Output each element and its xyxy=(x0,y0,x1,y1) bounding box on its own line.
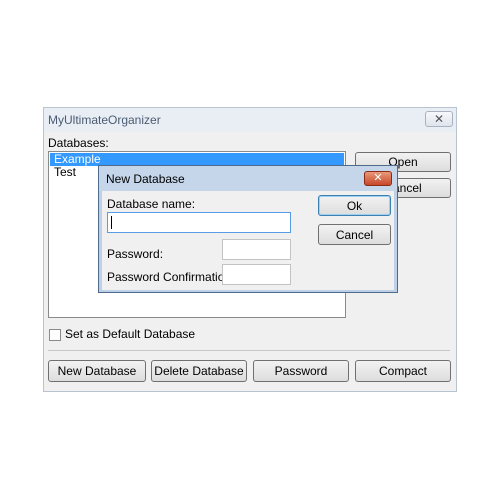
password-label: Password: xyxy=(107,247,164,261)
database-name-input[interactable] xyxy=(107,212,291,233)
compact-button[interactable]: Compact xyxy=(355,360,451,382)
default-database-checkbox[interactable] xyxy=(49,329,61,341)
databases-label: Databases: xyxy=(48,136,109,150)
dialog-body: Database name: Password: Password Confir… xyxy=(102,191,394,290)
close-icon: ✕ xyxy=(373,172,383,184)
main-close-button[interactable]: ✕ xyxy=(425,111,453,127)
password-confirmation-label: Password Confirmation: xyxy=(107,270,235,284)
close-icon: ✕ xyxy=(433,112,445,126)
ok-button[interactable]: Ok xyxy=(318,195,391,216)
default-database-label: Set as Default Database xyxy=(65,327,196,341)
new-database-button[interactable]: New Database xyxy=(48,360,146,382)
dialog-cancel-button[interactable]: Cancel xyxy=(318,224,391,245)
window-title: MyUltimateOrganizer xyxy=(48,113,161,127)
main-titlebar: MyUltimateOrganizer ✕ xyxy=(44,108,456,132)
password-confirmation-input[interactable] xyxy=(222,264,291,285)
database-name-label: Database name: xyxy=(107,197,196,211)
delete-database-button[interactable]: Delete Database xyxy=(151,360,247,382)
text-caret xyxy=(111,216,112,229)
dialog-titlebar: New Database ✕ xyxy=(99,166,397,191)
dialog-title: New Database xyxy=(106,172,185,186)
password-input[interactable] xyxy=(222,239,291,260)
password-button[interactable]: Password xyxy=(253,360,349,382)
dialog-close-button[interactable]: ✕ xyxy=(364,171,392,186)
separator xyxy=(48,350,450,351)
new-database-dialog: New Database ✕ Database name: Password: … xyxy=(98,165,398,293)
